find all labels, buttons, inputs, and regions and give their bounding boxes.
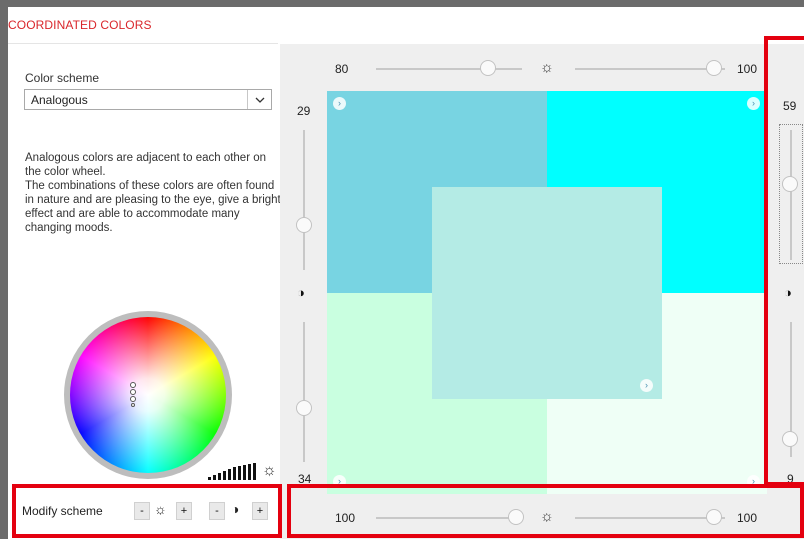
description-line-1: Analogous colors are adjacent to each ot… [25,152,267,178]
chevron-right-icon[interactable]: › [640,379,653,392]
highlight-right-sliders [764,36,804,486]
wheel-marker[interactable] [130,396,136,402]
color-wheel-disc[interactable] [70,317,226,473]
color-scheme-select[interactable]: Analogous [24,89,272,110]
scheme-description: Analogous colors are adjacent to each ot… [25,151,283,235]
highlight-bottom-sliders [287,484,804,538]
top-contrast-slider-track[interactable] [575,68,725,70]
top-right-value: 100 [737,62,758,76]
description-line-2: The combinations of these colors are oft… [25,180,281,234]
contrast-icon: ◑ [297,285,305,300]
color-swatch-canvas: › › › › › [327,91,767,494]
sun-icon: ☼ [540,59,554,76]
left-brightness-slider-track[interactable] [303,130,305,270]
brightness-level-icon [208,462,262,480]
left-contrast-slider-track[interactable] [303,322,305,462]
color-scheme-value: Analogous [31,93,88,107]
wheel-marker[interactable] [130,389,136,395]
left-top-value: 29 [297,104,311,118]
color-wheel[interactable] [64,311,232,479]
top-left-value: 80 [335,62,349,76]
sun-icon: ☼ [262,462,277,479]
color-scheme-label: Color scheme [25,71,100,85]
app-title: COORDINATED COLORS [8,18,152,32]
left-contrast-slider-knob[interactable] [296,400,312,416]
highlight-modify-scheme [12,484,282,538]
chevron-right-icon[interactable]: › [333,97,346,110]
top-brightness-slider-knob[interactable] [480,60,496,76]
wheel-marker[interactable] [130,382,136,388]
top-brightness-slider-track[interactable] [376,68,522,70]
swatch-center[interactable] [432,187,662,399]
left-brightness-slider-knob[interactable] [296,217,312,233]
chevron-right-icon[interactable]: › [747,97,760,110]
wheel-marker[interactable] [131,403,135,407]
top-contrast-slider-knob[interactable] [706,60,722,76]
chevron-down-icon[interactable] [247,90,271,109]
